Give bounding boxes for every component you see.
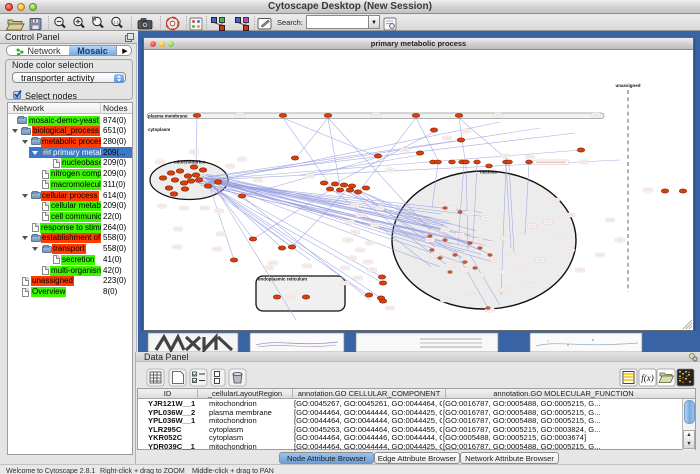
svg-text:plasma membrane: plasma membrane bbox=[148, 113, 188, 118]
svg-text:1:1: 1:1 bbox=[113, 19, 119, 24]
svg-text:endoplasmic reticulum: endoplasmic reticulum bbox=[258, 277, 307, 282]
svg-text:f(x): f(x) bbox=[641, 373, 654, 383]
svg-text:mitochondrion: mitochondrion bbox=[174, 160, 206, 165]
svg-text:nucleus: nucleus bbox=[480, 170, 498, 175]
svg-text:cytoplasm: cytoplasm bbox=[148, 127, 170, 132]
svg-text:unassigned: unassigned bbox=[615, 83, 640, 88]
